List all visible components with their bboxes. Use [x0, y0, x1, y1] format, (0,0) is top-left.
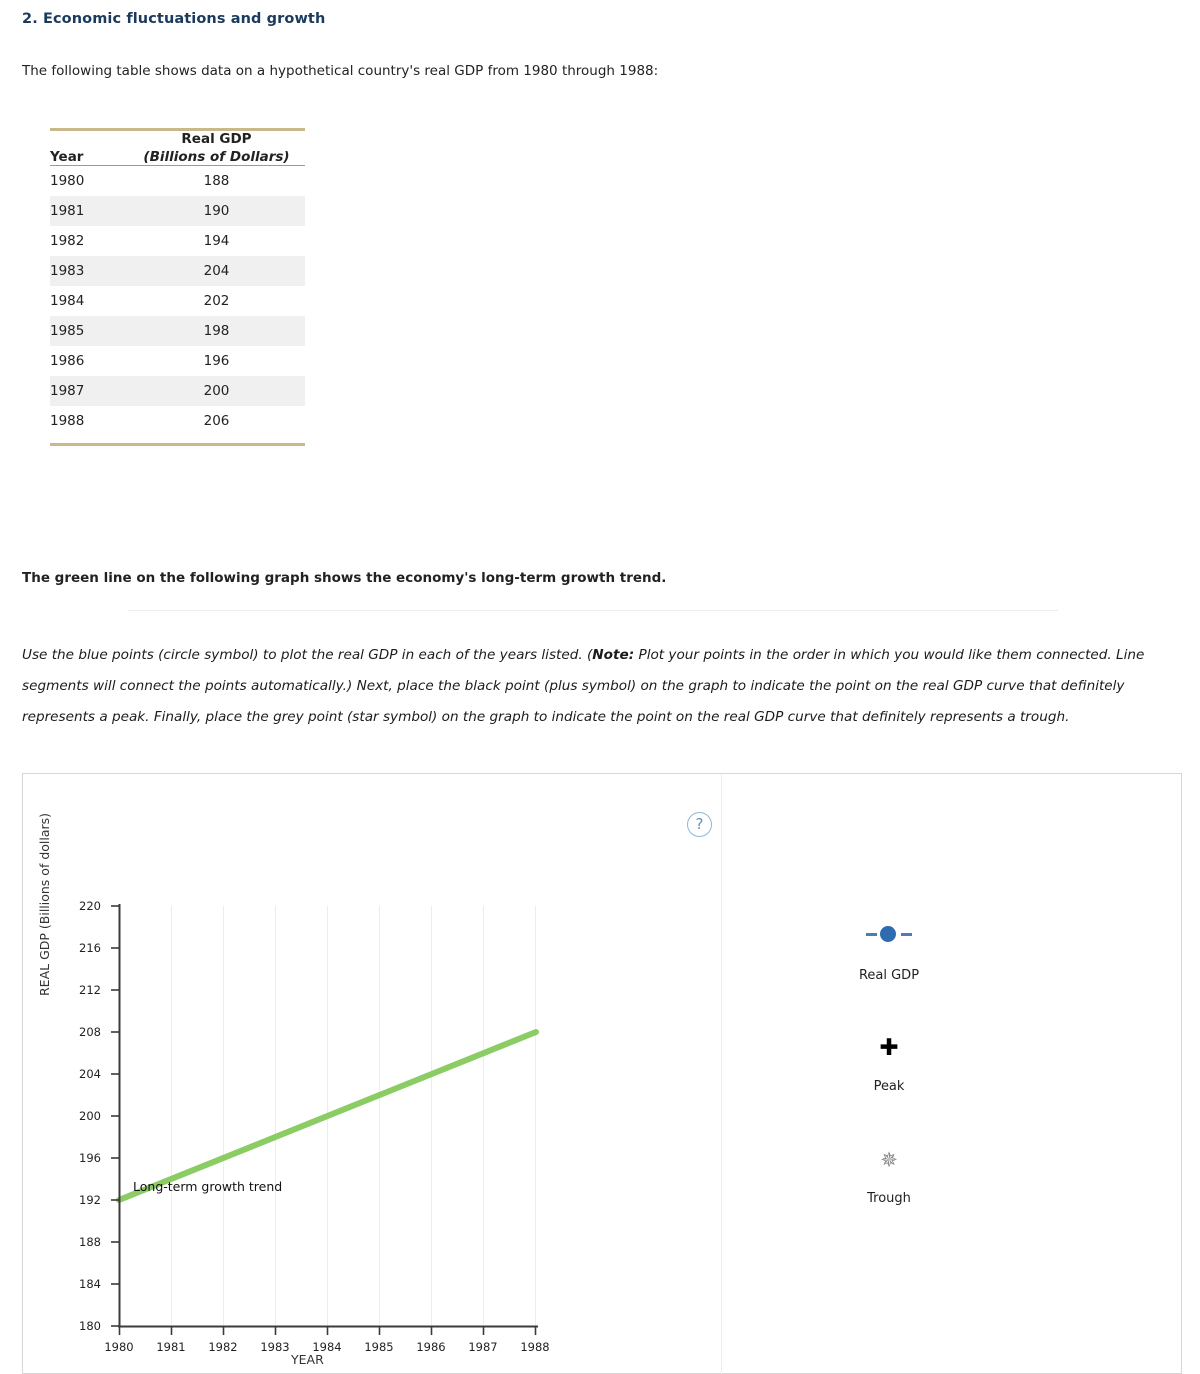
legend-label-real-gdp: Real GDP — [858, 968, 920, 983]
table-row: 1986 196 — [50, 346, 305, 376]
cell-gdp: 198 — [203, 323, 230, 339]
x-tick-label: 1983 — [260, 1340, 290, 1354]
column-header-gdp: Real GDP (Billions of Dollars) — [128, 131, 305, 166]
page-root: 2. Economic fluctuations and growth The … — [0, 0, 1200, 1374]
y-tick-label: 200 — [79, 1109, 101, 1123]
legend-item-trough[interactable]: ✵ Trough — [769, 1148, 1009, 1207]
chart-legend[interactable]: Real GDP ✚ Peak ✵ Trough — [721, 774, 1183, 1374]
y-tick-label: 188 — [79, 1235, 101, 1249]
x-tick-label: 1987 — [468, 1340, 498, 1354]
table-row: 1983 204 — [50, 256, 305, 286]
cell-year: 1982 — [50, 233, 85, 249]
legend-item-real-gdp[interactable]: Real GDP — [769, 926, 1009, 983]
table-body: 1980 188 1981 190 1982 194 1983 204 1984… — [50, 166, 305, 454]
table-row: 1980 188 — [50, 166, 305, 197]
x-tick-label: 1980 — [104, 1340, 134, 1354]
cell-year: 1986 — [50, 353, 85, 369]
cell-gdp: 188 — [203, 173, 230, 189]
table-header-row: Year Real GDP (Billions of Dollars) — [50, 131, 305, 166]
cell-gdp: 202 — [203, 293, 230, 309]
x-tick-label: 1985 — [364, 1340, 394, 1354]
cell-year: 1988 — [50, 413, 85, 429]
y-tick-label: 180 — [79, 1319, 101, 1333]
y-tick-label: 184 — [79, 1277, 101, 1291]
x-tick-label: 1984 — [312, 1340, 342, 1354]
cell-year: 1981 — [50, 203, 85, 219]
x-tick-label: 1988 — [520, 1340, 550, 1354]
y-tick-label: 220 — [79, 899, 101, 913]
trend-line-annotation: Long-term growth trend — [133, 1179, 283, 1194]
gdp-table: Year Real GDP (Billions of Dollars) 1980… — [50, 128, 305, 453]
divider — [128, 610, 1058, 611]
cell-year: 1985 — [50, 323, 85, 339]
chart-svg — [111, 904, 539, 1335]
y-tick-label: 216 — [79, 941, 101, 955]
x-tick-label: 1981 — [156, 1340, 186, 1354]
chart-area[interactable]: REAL GDP (Billions of dollars) YEAR 220 … — [23, 774, 721, 1374]
y-tick-label: 196 — [79, 1151, 101, 1165]
column-header-gdp-line1: Real GDP — [181, 131, 252, 147]
cell-gdp: 204 — [203, 263, 230, 279]
cell-year: 1984 — [50, 293, 85, 309]
cell-gdp: 194 — [203, 233, 230, 249]
instructions-part1: Use the blue points (circle symbol) to p… — [22, 647, 593, 663]
y-tick-label: 208 — [79, 1025, 101, 1039]
column-header-year: Year — [50, 131, 128, 166]
table-row: 1984 202 — [50, 286, 305, 316]
plus-icon[interactable]: ✚ — [879, 1035, 898, 1061]
cell-gdp: 196 — [203, 353, 230, 369]
table-row: 1985 198 — [50, 316, 305, 346]
intro-text: The following table shows data on a hypo… — [22, 63, 659, 79]
cell-year: 1987 — [50, 383, 85, 399]
cell-year: 1980 — [50, 173, 85, 189]
legend-label-peak: Peak — [873, 1079, 905, 1094]
table-bottom-rule — [50, 436, 305, 453]
graph-panel[interactable]: ? REAL GDP (Billions of dollars) YEAR 22… — [22, 773, 1182, 1374]
instructions-note-label: Note: — [592, 647, 635, 663]
green-line-note: The green line on the following graph sh… — [22, 570, 667, 586]
cell-gdp: 200 — [203, 383, 230, 399]
cell-gdp: 190 — [203, 203, 230, 219]
legend-label-trough: Trough — [867, 1191, 911, 1206]
instructions-text: Use the blue points (circle symbol) to p… — [22, 640, 1182, 733]
y-tick-label: 192 — [79, 1193, 101, 1207]
x-tick-label: 1986 — [416, 1340, 446, 1354]
legend-item-peak[interactable]: ✚ Peak — [769, 1035, 1009, 1095]
star-icon[interactable]: ✵ — [880, 1148, 898, 1172]
table-row: 1988 206 — [50, 406, 305, 436]
circle-line-icon[interactable] — [866, 926, 912, 942]
y-tick-label: 212 — [79, 983, 101, 997]
column-header-gdp-line2: (Billions of Dollars) — [143, 149, 290, 165]
cell-gdp: 206 — [203, 413, 230, 429]
y-tick-label: 204 — [79, 1067, 101, 1081]
table-row: 1982 194 — [50, 226, 305, 256]
x-tick-label: 1982 — [208, 1340, 238, 1354]
table-row: 1987 200 — [50, 376, 305, 406]
page-title: 2. Economic fluctuations and growth — [22, 11, 326, 27]
cell-year: 1983 — [50, 263, 85, 279]
table-row: 1981 190 — [50, 196, 305, 226]
